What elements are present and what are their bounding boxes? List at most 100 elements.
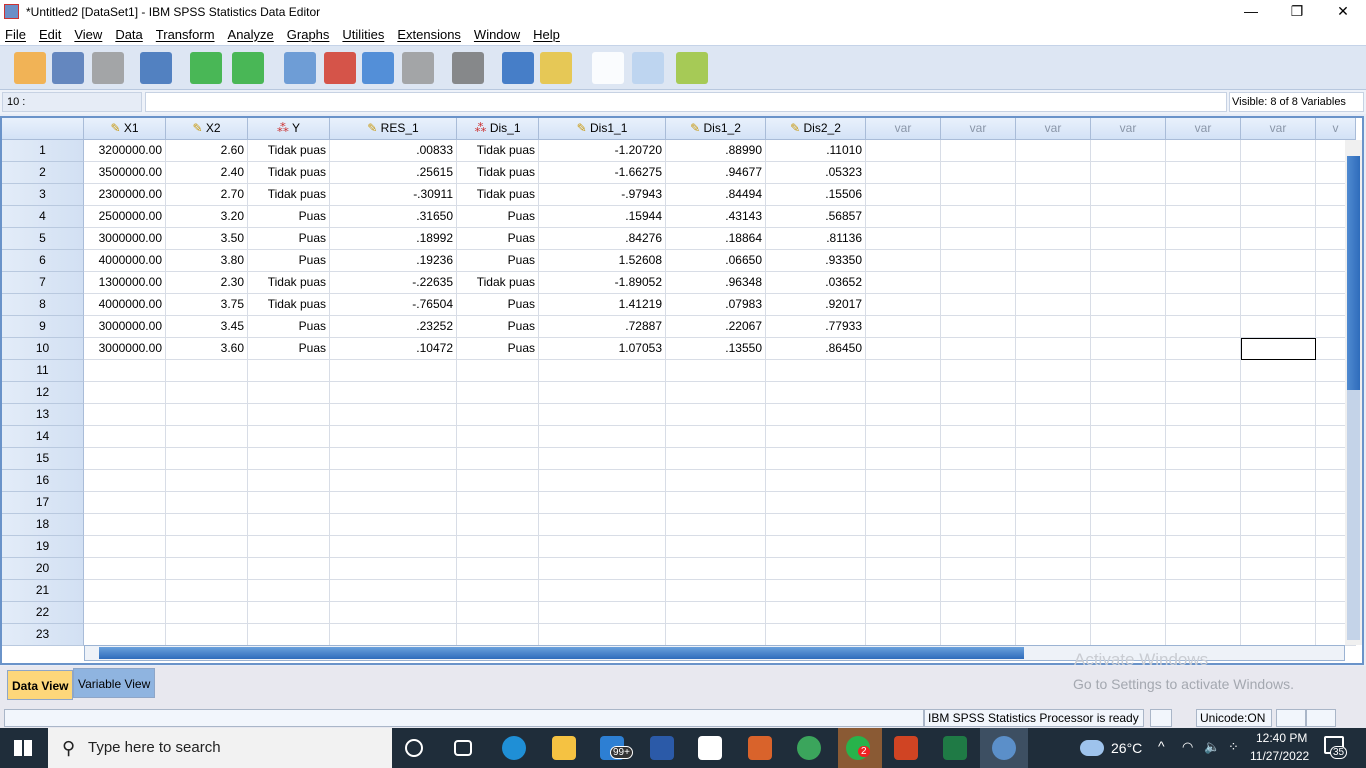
data-cell[interactable] — [166, 426, 248, 448]
data-cell[interactable] — [1016, 360, 1091, 382]
menu-window[interactable]: Window — [469, 27, 528, 42]
data-cell[interactable]: .18992 — [330, 228, 457, 250]
data-cell[interactable] — [941, 294, 1016, 316]
data-cell[interactable] — [1166, 140, 1241, 162]
data-cell[interactable]: Puas — [457, 338, 539, 360]
data-cell[interactable]: Puas — [248, 228, 330, 250]
data-cell[interactable] — [1241, 272, 1316, 294]
data-cell[interactable]: -.76504 — [330, 294, 457, 316]
data-cell[interactable] — [166, 624, 248, 646]
data-cell[interactable] — [1166, 360, 1241, 382]
data-cell[interactable] — [941, 184, 1016, 206]
data-cell[interactable]: Puas — [248, 316, 330, 338]
data-cell[interactable]: .07983 — [666, 294, 766, 316]
data-cell[interactable]: .25615 — [330, 162, 457, 184]
data-cell[interactable] — [1016, 426, 1091, 448]
data-cell[interactable]: .19236 — [330, 250, 457, 272]
data-cell[interactable] — [166, 558, 248, 580]
data-cell[interactable] — [457, 580, 539, 602]
data-cell[interactable]: Tidak puas — [457, 162, 539, 184]
data-cell[interactable] — [457, 382, 539, 404]
data-cell[interactable] — [1241, 184, 1316, 206]
data-cell[interactable] — [539, 492, 666, 514]
row-header[interactable]: 21 — [2, 580, 84, 602]
data-cell[interactable] — [1241, 470, 1316, 492]
data-cell[interactable]: .18864 — [666, 228, 766, 250]
data-cell[interactable]: Puas — [457, 250, 539, 272]
scrollbar-thumb[interactable] — [1347, 156, 1360, 390]
data-cell[interactable] — [1166, 536, 1241, 558]
data-cell[interactable]: .06650 — [666, 250, 766, 272]
data-cell[interactable] — [84, 360, 166, 382]
data-cell[interactable]: 2300000.00 — [84, 184, 166, 206]
data-cell[interactable] — [1016, 338, 1091, 360]
row-header[interactable]: 17 — [2, 492, 84, 514]
data-cell[interactable] — [1166, 382, 1241, 404]
data-cell[interactable]: 1.41219 — [539, 294, 666, 316]
data-cell[interactable] — [1241, 580, 1316, 602]
data-cell[interactable] — [866, 404, 941, 426]
data-cell[interactable] — [1016, 140, 1091, 162]
data-cell[interactable] — [941, 404, 1016, 426]
data-cell[interactable] — [1166, 426, 1241, 448]
task-view-icon[interactable] — [454, 740, 472, 756]
data-cell[interactable] — [1016, 294, 1091, 316]
data-cell[interactable] — [1166, 514, 1241, 536]
data-cell[interactable] — [248, 448, 330, 470]
column-header-var[interactable]: var — [1091, 118, 1166, 140]
chrome-icon[interactable] — [797, 736, 821, 760]
data-cell[interactable]: .43143 — [666, 206, 766, 228]
data-cell[interactable] — [666, 580, 766, 602]
file-explorer-icon[interactable] — [552, 736, 576, 760]
data-cell[interactable] — [1166, 404, 1241, 426]
data-cell[interactable] — [539, 558, 666, 580]
variables-icon[interactable] — [362, 52, 394, 84]
data-cell[interactable] — [1241, 250, 1316, 272]
use-sets-icon[interactable] — [676, 52, 708, 84]
data-cell[interactable] — [539, 382, 666, 404]
data-cell[interactable] — [866, 382, 941, 404]
data-cell[interactable]: .22067 — [666, 316, 766, 338]
data-cell[interactable]: 1.52608 — [539, 250, 666, 272]
data-cell[interactable] — [1241, 558, 1316, 580]
data-cell[interactable] — [941, 316, 1016, 338]
data-cell[interactable] — [866, 162, 941, 184]
column-header-dis2_2[interactable]: ✎ Dis2_2 — [766, 118, 866, 140]
data-cell[interactable] — [866, 294, 941, 316]
data-cell[interactable] — [766, 602, 866, 624]
data-cell[interactable] — [1241, 514, 1316, 536]
data-cell[interactable] — [539, 448, 666, 470]
data-cell[interactable] — [1166, 250, 1241, 272]
data-cell[interactable]: .23252 — [330, 316, 457, 338]
data-cell[interactable] — [941, 514, 1016, 536]
data-cell[interactable] — [330, 558, 457, 580]
data-cell[interactable]: Puas — [457, 316, 539, 338]
data-cell[interactable] — [866, 316, 941, 338]
data-cell[interactable]: 3200000.00 — [84, 140, 166, 162]
column-header-y[interactable]: ⁂ Y — [248, 118, 330, 140]
data-cell[interactable]: -1.20720 — [539, 140, 666, 162]
data-cell[interactable]: .96348 — [666, 272, 766, 294]
data-cell[interactable] — [166, 470, 248, 492]
row-header[interactable]: 13 — [2, 404, 84, 426]
data-cell[interactable]: Puas — [457, 206, 539, 228]
data-cell[interactable] — [1166, 602, 1241, 624]
data-cell[interactable] — [941, 536, 1016, 558]
data-cell[interactable] — [248, 558, 330, 580]
data-cell[interactable] — [1241, 426, 1316, 448]
row-header[interactable]: 23 — [2, 624, 84, 646]
data-cell[interactable] — [941, 228, 1016, 250]
menu-view[interactable]: View — [69, 27, 110, 42]
data-cell[interactable]: 2.70 — [166, 184, 248, 206]
data-cell[interactable] — [866, 624, 941, 646]
data-cell[interactable] — [941, 162, 1016, 184]
store-icon[interactable] — [698, 736, 722, 760]
word-icon[interactable] — [650, 736, 674, 760]
data-cell[interactable] — [1091, 316, 1166, 338]
mail-icon[interactable]: 99+ — [600, 736, 633, 760]
data-cell[interactable] — [866, 338, 941, 360]
row-header[interactable]: 5 — [2, 228, 84, 250]
data-cell[interactable] — [1241, 624, 1316, 646]
data-cell[interactable] — [1091, 272, 1166, 294]
data-cell[interactable] — [666, 360, 766, 382]
